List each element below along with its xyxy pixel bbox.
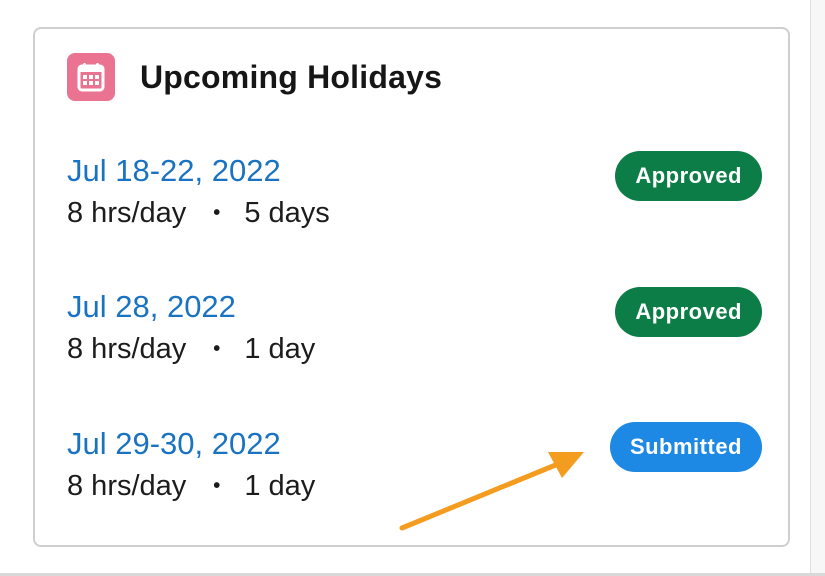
holiday-date-link[interactable]: Jul 18-22, 2022 <box>67 153 281 189</box>
status-badge-approved: Approved <box>615 151 762 201</box>
card-title: Upcoming Holidays <box>140 58 443 95</box>
holiday-date-link[interactable]: Jul 29-30, 2022 <box>67 426 281 462</box>
holiday-date-link[interactable]: Jul 28, 2022 <box>67 289 236 325</box>
holiday-duration: 5 days <box>244 197 330 229</box>
scroll-gutter <box>810 0 825 576</box>
holiday-duration: 1 day <box>244 470 316 502</box>
hours-per-day: 8 hrs/day <box>67 333 187 365</box>
separator-dot: • <box>213 202 221 224</box>
separator-dot: • <box>213 475 221 497</box>
hours-per-day: 8 hrs/day <box>67 197 187 229</box>
page: Upcoming Holidays Jul 18-22, 2022 8 hrs/… <box>0 0 825 576</box>
holiday-details: 8 hrs/day • 1 day <box>67 468 315 504</box>
status-badge-approved: Approved <box>615 287 762 337</box>
holiday-details: 8 hrs/day • 5 days <box>67 195 330 231</box>
status-badge-submitted: Submitted <box>609 422 762 472</box>
holiday-details: 8 hrs/day • 1 day <box>67 331 315 367</box>
holiday-row: Jul 28, 2022 8 hrs/day • 1 day Approved <box>67 287 762 369</box>
holiday-row: Jul 18-22, 2022 8 hrs/day • 5 days Appro… <box>67 151 762 233</box>
arrow-annotation-icon <box>399 452 584 531</box>
hours-per-day: 8 hrs/day <box>67 470 187 502</box>
holiday-duration: 1 day <box>244 333 316 365</box>
card-header: Upcoming Holidays <box>67 53 442 101</box>
calendar-icon <box>67 53 115 101</box>
separator-dot: • <box>213 338 221 360</box>
